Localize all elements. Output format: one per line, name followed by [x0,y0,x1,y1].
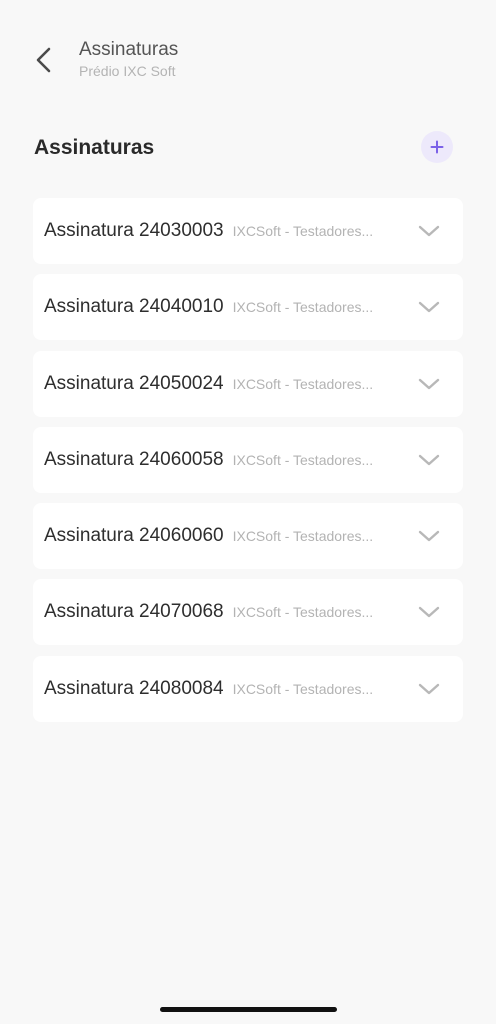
subscription-name: Assinatura 24060058 [44,448,224,470]
subscription-item[interactable]: Assinatura 24060058 IXCSoft - Testadores… [33,426,463,493]
page-title: Assinaturas [79,39,179,60]
back-button[interactable] [22,38,66,82]
subscription-name: Assinatura 24060060 [44,525,224,547]
chevron-down-icon[interactable] [417,448,441,472]
subscription-name: Assinatura 24050024 [44,372,224,394]
page-subtitle: Prédio IXC Soft [79,63,176,79]
subscription-item[interactable]: Assinatura 24060060 IXCSoft - Testadores… [33,503,463,570]
subscription-item[interactable]: Assinatura 24070068 IXCSoft - Testadores… [33,579,463,646]
subscription-list: Assinatura 24030003 IXCSoft - Testadores… [33,198,463,732]
subscription-name: Assinatura 24030003 [44,220,224,241]
subscription-company: IXCSoft - Testadores... [232,528,374,545]
app-header: Assinaturas Prédio IXC Soft [0,0,496,110]
section-title: Assinaturas [34,136,155,159]
plus-icon [430,140,444,154]
chevron-down-icon[interactable] [417,524,441,548]
subscription-company: IXCSoft - Testadores... [232,680,374,697]
subscription-name: Assinatura 24040010 [44,296,224,318]
add-subscription-button[interactable] [421,131,453,163]
subscription-company: IXCSoft - Testadores... [232,223,374,239]
subscription-company: IXCSoft - Testadores... [232,451,374,468]
subscription-company: IXCSoft - Testadores... [232,604,374,621]
subscription-name: Assinatura 24070068 [44,601,224,623]
subscription-company: IXCSoft - Testadores... [232,375,374,392]
chevron-down-icon[interactable] [417,372,441,396]
subscription-item[interactable]: Assinatura 24080084 IXCSoft - Testadores… [33,655,463,722]
chevron-down-icon[interactable] [417,600,441,624]
header-titles: Assinaturas Prédio IXC Soft [79,38,178,80]
subscription-item[interactable]: Assinatura 24050024 IXCSoft - Testadores… [33,350,463,417]
subscription-item[interactable]: Assinatura 24030003 IXCSoft - Testadores… [33,198,463,264]
subscription-company: IXCSoft - Testadores... [232,299,374,316]
screen: Assinaturas Prédio IXC Soft Assinaturas … [0,0,496,1024]
chevron-down-icon[interactable] [417,295,441,319]
subscription-item[interactable]: Assinatura 24040010 IXCSoft - Testadores… [33,274,463,341]
chevron-left-icon [36,47,51,73]
home-indicator[interactable] [160,1007,337,1012]
subscription-name: Assinatura 24080084 [44,677,224,699]
chevron-down-icon[interactable] [417,219,441,243]
chevron-down-icon[interactable] [417,677,441,701]
